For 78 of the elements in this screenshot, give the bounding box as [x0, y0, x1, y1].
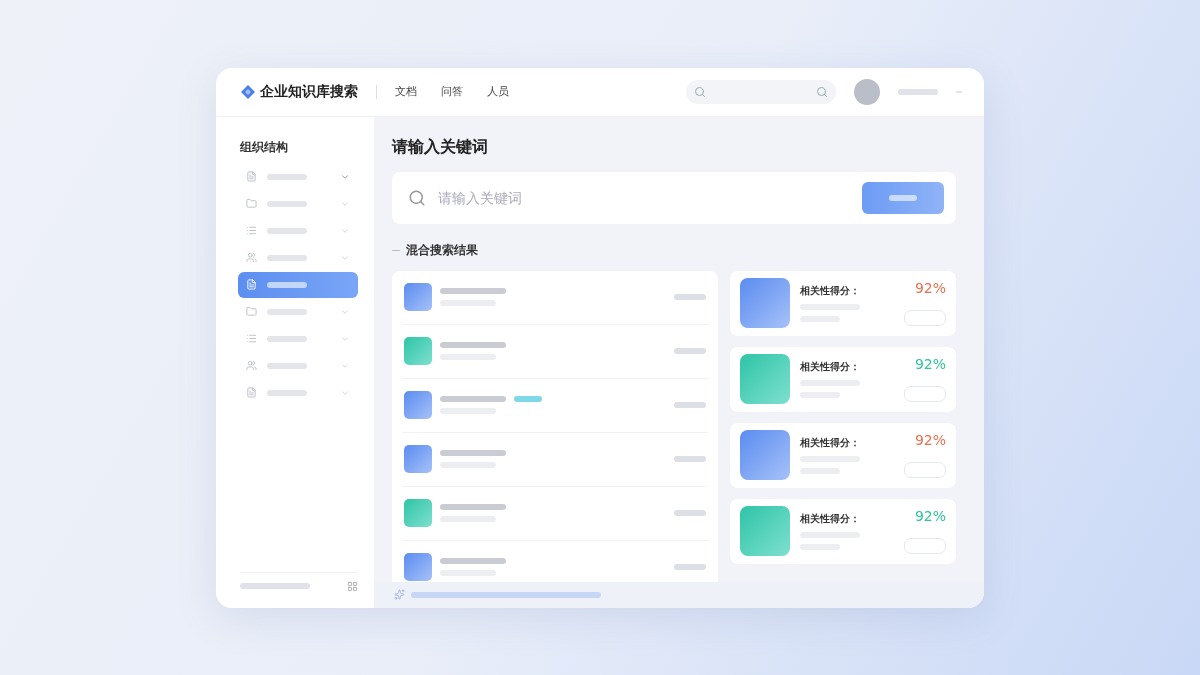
blurred-text-bar [889, 194, 917, 201]
blurred-text-bar [674, 348, 706, 354]
relevance-score: 92% [914, 356, 946, 372]
blurred-text-bar [440, 450, 506, 456]
blurred-text-bar [674, 402, 706, 408]
action-pill[interactable] [904, 310, 946, 326]
relevance-score: 92% [914, 508, 946, 524]
sparkle-icon [394, 589, 405, 600]
section-title: 混合搜索结果 [406, 241, 478, 259]
result-card[interactable]: 相关性得分： 92% [730, 422, 956, 488]
relevance-score: 92% [914, 280, 946, 296]
document-thumbnail [404, 553, 432, 581]
document-thumbnail [404, 445, 432, 473]
blurred-text-bar [440, 288, 506, 294]
document-thumbnail [404, 391, 432, 419]
page-heading: 请输入关键词 [392, 136, 489, 158]
blurred-text-bar [267, 335, 307, 342]
document-icon [246, 279, 257, 290]
search-icon[interactable] [816, 85, 828, 98]
blurred-text-bar [240, 583, 310, 589]
blurred-text-bar [267, 362, 307, 369]
relevance-label: 相关性得分： [800, 512, 861, 526]
search-field[interactable]: 请输入关键词 [392, 171, 956, 224]
folder-icon [246, 198, 257, 209]
blurred-text-bar [267, 254, 307, 261]
blurred-text-bar [267, 227, 307, 234]
result-card[interactable]: 相关性得分： 92% [730, 498, 956, 564]
blurred-text-bar [898, 88, 938, 95]
relevance-label: 相关性得分： [800, 360, 861, 374]
result-card[interactable]: 相关性得分： 92% [730, 346, 956, 412]
blurred-text-bar [440, 558, 506, 564]
users-icon [246, 360, 257, 371]
list-icon [246, 225, 257, 236]
blurred-text-bar [267, 308, 307, 315]
search-button[interactable] [862, 181, 944, 214]
blurred-text-bar [267, 389, 307, 396]
search-icon [408, 188, 426, 207]
card-thumbnail [740, 506, 790, 556]
action-pill[interactable] [904, 386, 946, 402]
result-card[interactable]: 相关性得分： 92% [730, 270, 956, 336]
blurred-text-bar [674, 294, 706, 300]
blurred-text-bar [440, 396, 506, 402]
users-icon [246, 252, 257, 263]
grid-icon[interactable] [347, 580, 358, 592]
card-thumbnail [740, 354, 790, 404]
list-icon [246, 333, 257, 344]
relevance-score: 92% [914, 432, 946, 448]
document-thumbnail [404, 499, 432, 527]
card-thumbnail [740, 278, 790, 328]
blurred-text-bar [267, 200, 307, 207]
card-thumbnail [740, 430, 790, 480]
blurred-text-bar [674, 510, 706, 516]
nav-link[interactable]: 人员 [487, 84, 509, 99]
search-input[interactable]: 请输入关键词 [436, 188, 852, 207]
blurred-text-bar [674, 564, 706, 570]
diamond-logo-icon [240, 83, 256, 100]
blurred-text-bar [440, 342, 506, 348]
nav-link[interactable]: 文档 [395, 84, 417, 99]
search-icon [694, 85, 706, 98]
action-pill[interactable] [904, 462, 946, 478]
user-avatar[interactable] [854, 78, 880, 105]
blurred-text-bar [674, 456, 706, 462]
sidebar-item[interactable] [238, 271, 358, 298]
top-search-field[interactable] [686, 79, 836, 104]
document-thumbnail [404, 337, 432, 365]
sidebar-title: 组织结构 [240, 138, 289, 156]
nav-link[interactable]: 问答 [441, 84, 463, 99]
relevance-label: 相关性得分： [800, 436, 861, 450]
document-icon [246, 171, 257, 182]
relevance-label: 相关性得分： [800, 284, 861, 298]
app-title: 企业知识库搜索 [260, 82, 358, 101]
document-thumbnail [404, 283, 432, 311]
action-pill[interactable] [904, 538, 946, 554]
document-icon [246, 387, 257, 398]
blurred-text-bar [267, 281, 307, 288]
blurred-text-bar [440, 504, 506, 510]
folder-icon [246, 306, 257, 317]
blurred-text-bar [267, 173, 307, 180]
